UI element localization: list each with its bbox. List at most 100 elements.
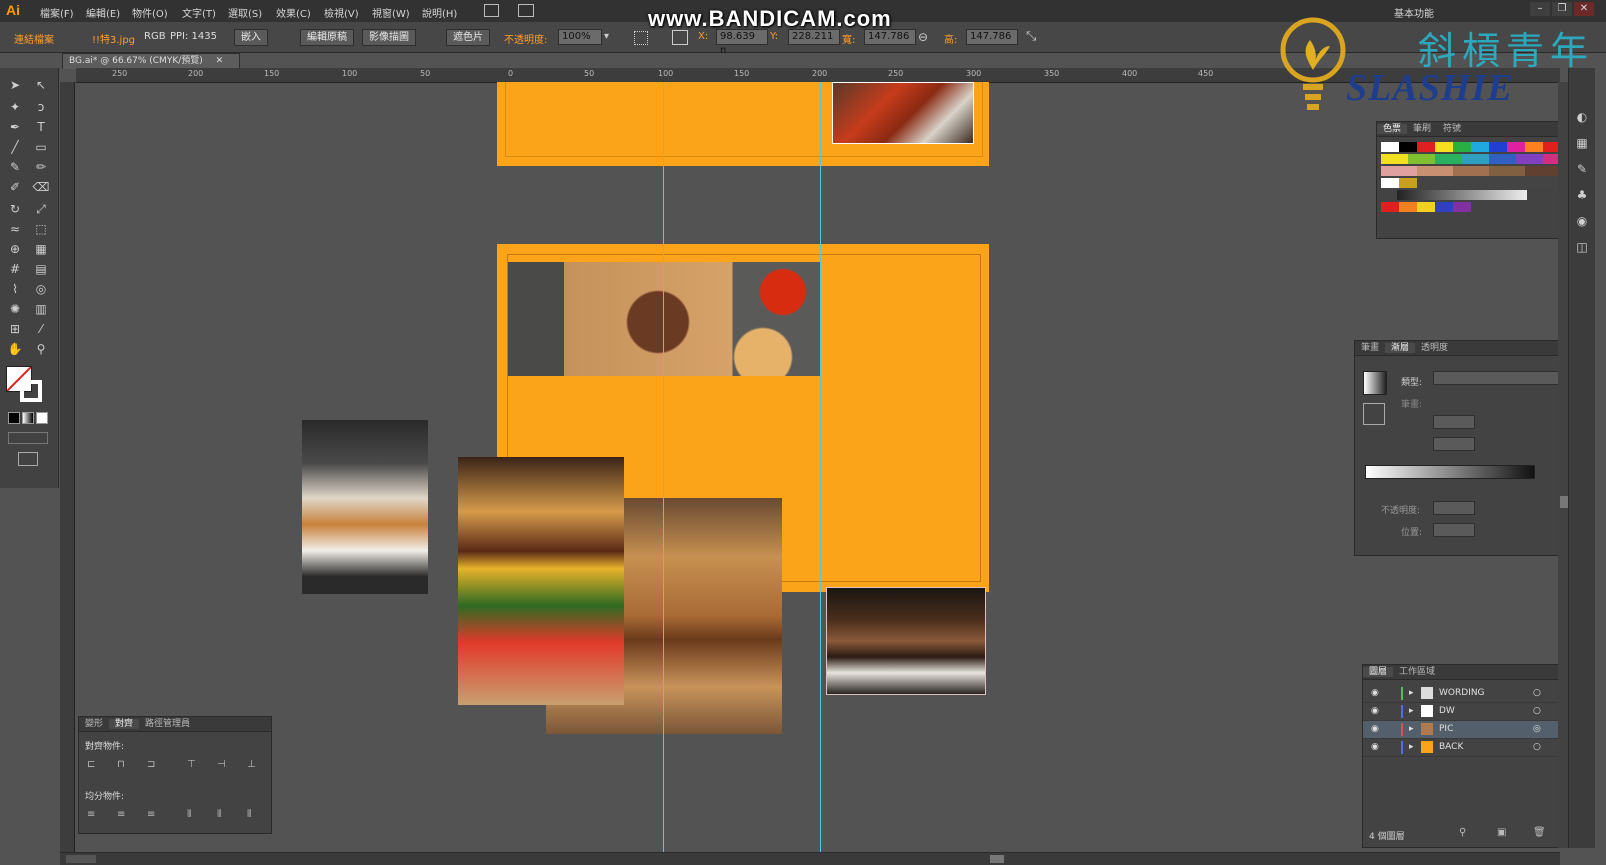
- appearance-panel-icon[interactable]: ◉: [1573, 212, 1591, 230]
- layer-name[interactable]: BACK: [1439, 739, 1463, 756]
- restore-button[interactable]: ❐: [1552, 2, 1572, 16]
- zoom-field[interactable]: [66, 855, 96, 863]
- distribute-bottom-icon[interactable]: ≡: [147, 809, 155, 820]
- color-mode-button[interactable]: [8, 412, 20, 424]
- tab-brushes[interactable]: 筆刷: [1407, 124, 1437, 134]
- target-circle-icon[interactable]: ○: [1533, 739, 1541, 756]
- search-icon[interactable]: ⚲: [1459, 827, 1466, 838]
- angle-field[interactable]: [1433, 415, 1475, 429]
- type-tool-icon[interactable]: T: [32, 118, 50, 136]
- menu-select[interactable]: 選取(S): [228, 5, 262, 20]
- linked-file-label[interactable]: 連結檔案: [14, 31, 54, 46]
- layer-row-pic[interactable]: ◉ ▸ PIC ◎: [1363, 721, 1559, 739]
- gradient-opacity-field[interactable]: [1433, 501, 1475, 515]
- blob-brush-tool-icon[interactable]: ✐: [6, 178, 24, 196]
- trash-icon[interactable]: 🗑: [1533, 827, 1546, 838]
- distribute-hcenter-icon[interactable]: ⦀: [217, 809, 221, 820]
- menu-window[interactable]: 視窗(W): [372, 5, 410, 20]
- aspect-field[interactable]: [1433, 437, 1475, 451]
- mask-button[interactable]: 遮色片: [446, 29, 490, 46]
- vertical-ruler[interactable]: [60, 82, 75, 852]
- swatch-row[interactable]: [1381, 202, 1471, 212]
- symbol-sprayer-tool-icon[interactable]: ✺: [6, 300, 24, 318]
- symbols-panel-icon[interactable]: ♣: [1573, 186, 1591, 204]
- none-mode-button[interactable]: [36, 412, 48, 424]
- selection-tool-icon[interactable]: ➤: [6, 76, 24, 94]
- slice-tool-icon[interactable]: ⁄: [32, 320, 50, 338]
- link-proportions-icon[interactable]: ⊖: [918, 30, 928, 44]
- expand-triangle-icon[interactable]: ▸: [1409, 685, 1414, 702]
- vertical-guide[interactable]: [820, 82, 821, 852]
- visibility-eye-icon[interactable]: ◉: [1371, 685, 1379, 702]
- h-field[interactable]: 147.786: [966, 29, 1018, 45]
- lasso-tool-icon[interactable]: ↄ: [32, 98, 50, 116]
- eyedropper-tool-icon[interactable]: ⌇: [6, 280, 24, 298]
- stroke-swatch[interactable]: [20, 380, 42, 402]
- target-circle-icon[interactable]: ◎: [1533, 721, 1541, 738]
- visibility-eye-icon[interactable]: ◉: [1371, 739, 1379, 756]
- perspective-grid-tool-icon[interactable]: ▦: [32, 240, 50, 258]
- photo-burger-dark[interactable]: [826, 587, 986, 695]
- align-bottom-icon[interactable]: ⊥: [247, 759, 256, 770]
- tab-align[interactable]: 對齊: [109, 719, 140, 729]
- embed-button[interactable]: 嵌入: [234, 29, 268, 46]
- photo-patty-board[interactable]: [508, 262, 820, 376]
- align-top-icon[interactable]: ⊤: [187, 759, 196, 770]
- swatch-row[interactable]: [1381, 178, 1561, 188]
- pencil-tool-icon[interactable]: ✏: [32, 158, 50, 176]
- photo-burger-plate[interactable]: [302, 420, 428, 594]
- swatch-grayscale-row[interactable]: [1397, 190, 1527, 200]
- scroll-thumb[interactable]: [1560, 496, 1568, 508]
- layer-name[interactable]: WORDING: [1439, 685, 1485, 702]
- rotate-tool-icon[interactable]: ↻: [6, 200, 24, 218]
- menu-file[interactable]: 檔案(F): [40, 5, 74, 20]
- hand-tool-icon[interactable]: ✋: [6, 340, 24, 358]
- layer-name[interactable]: DW: [1439, 703, 1455, 720]
- workspace-switcher[interactable]: 基本功能: [1394, 5, 1434, 20]
- tab-transparency[interactable]: 透明度: [1415, 343, 1454, 353]
- close-tab-icon[interactable]: ✕: [216, 56, 224, 66]
- layer-name[interactable]: PIC: [1439, 721, 1453, 738]
- swatch-row[interactable]: [1381, 154, 1561, 164]
- distribute-left-icon[interactable]: ⦀: [187, 809, 191, 820]
- menu-edit[interactable]: 編輯(E): [86, 5, 120, 20]
- distribute-vcenter-icon[interactable]: ≡: [117, 809, 125, 820]
- mesh-tool-icon[interactable]: #: [6, 260, 24, 278]
- gradient-tool-icon[interactable]: ▤: [32, 260, 50, 278]
- column-graph-tool-icon[interactable]: ▥: [32, 300, 50, 318]
- align-vcenter-icon[interactable]: ⊣: [217, 759, 226, 770]
- fill-stroke-toggle-icon[interactable]: [1363, 403, 1385, 425]
- tab-pathfinder[interactable]: 路徑管理員: [139, 719, 196, 729]
- swatch-row[interactable]: [1381, 166, 1561, 176]
- zoom-tool-icon[interactable]: ⚲: [32, 340, 50, 358]
- minimize-button[interactable]: –: [1530, 2, 1550, 16]
- distribute-right-icon[interactable]: ⦀: [247, 809, 251, 820]
- color-panel-icon[interactable]: ◐: [1573, 108, 1591, 126]
- distribute-top-icon[interactable]: ≡: [87, 809, 95, 820]
- menu-object[interactable]: 物件(O): [132, 5, 168, 20]
- tab-artboards[interactable]: 工作區域: [1393, 667, 1441, 677]
- pen-tool-icon[interactable]: ✒: [6, 118, 24, 136]
- visibility-eye-icon[interactable]: ◉: [1371, 703, 1379, 720]
- tab-swatches[interactable]: 色票: [1377, 124, 1408, 134]
- tab-layers[interactable]: 圖層: [1363, 667, 1394, 677]
- tab-symbols[interactable]: 符號: [1437, 124, 1467, 134]
- brushes-panel-icon[interactable]: ✎: [1573, 160, 1591, 178]
- menu-type[interactable]: 文字(T): [182, 5, 216, 20]
- scale-tool-icon[interactable]: ⤢: [32, 200, 50, 218]
- reference-point-icon[interactable]: [634, 31, 648, 45]
- transform-icon[interactable]: [672, 30, 688, 45]
- blend-tool-icon[interactable]: ◎: [32, 280, 50, 298]
- photo-meatballs[interactable]: [832, 82, 974, 144]
- expand-triangle-icon[interactable]: ▸: [1409, 739, 1414, 756]
- opacity-field[interactable]: 100%: [558, 29, 602, 45]
- drawing-modes-icon[interactable]: [8, 432, 48, 444]
- chevron-down-icon[interactable]: ▾: [604, 31, 609, 42]
- magic-wand-tool-icon[interactable]: ✦: [6, 98, 24, 116]
- expand-triangle-icon[interactable]: ▸: [1409, 721, 1414, 738]
- location-field[interactable]: [1433, 523, 1475, 537]
- graphic-styles-panel-icon[interactable]: ◫: [1573, 238, 1591, 256]
- menu-help[interactable]: 說明(H): [422, 5, 457, 20]
- tab-gradient[interactable]: 漸層: [1385, 343, 1416, 353]
- free-transform-tool-icon[interactable]: ⬚: [32, 220, 50, 238]
